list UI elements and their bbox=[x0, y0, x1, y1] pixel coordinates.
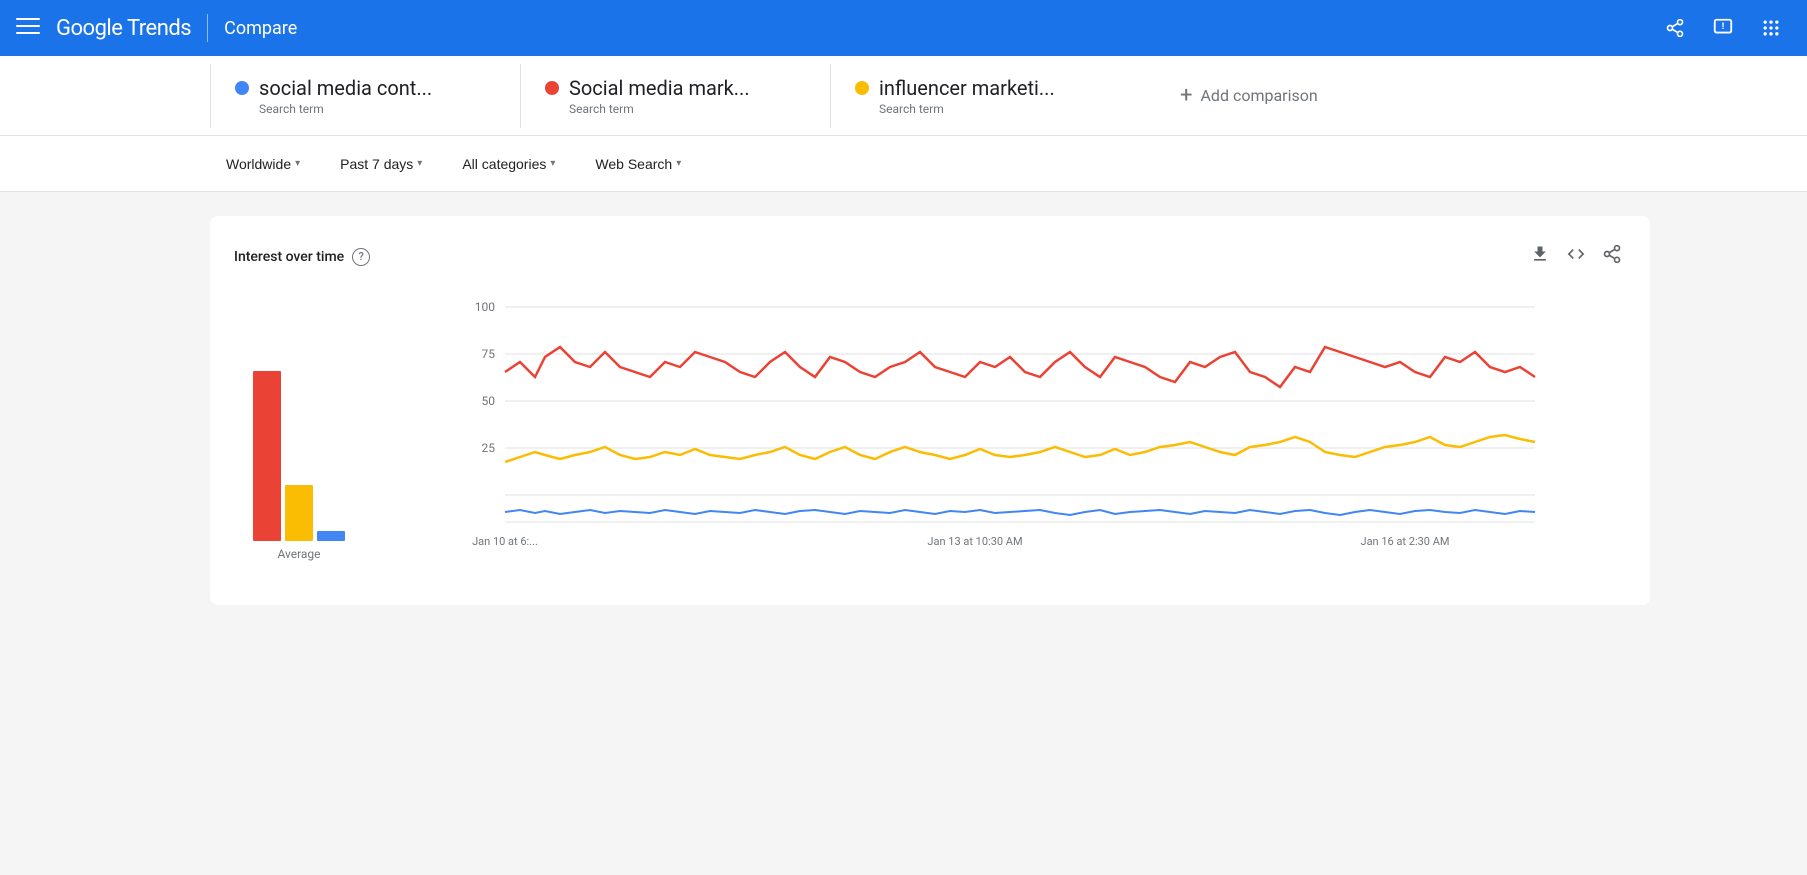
menu-icon[interactable] bbox=[16, 14, 40, 43]
location-filter[interactable]: Worldwide ▾ bbox=[210, 148, 316, 180]
svg-text:Jan 16 at 2:30 AM: Jan 16 at 2:30 AM bbox=[1361, 535, 1450, 548]
interest-over-time-card: Interest over time ? bbox=[210, 216, 1650, 605]
apps-button[interactable] bbox=[1751, 8, 1791, 48]
term1-name: social media cont... bbox=[235, 76, 496, 100]
search-term-1[interactable]: social media cont... Search term bbox=[210, 64, 520, 128]
header-actions: ! bbox=[1655, 8, 1791, 48]
svg-text:Jan 10 at 6:...: Jan 10 at 6:... bbox=[472, 535, 538, 548]
chevron-down-icon: ▾ bbox=[417, 158, 422, 169]
term1-type: Search term bbox=[259, 102, 496, 116]
term3-name: influencer marketi... bbox=[855, 76, 1116, 100]
svg-text:50: 50 bbox=[482, 394, 496, 408]
average-label: Average bbox=[277, 547, 320, 561]
share-chart-icon[interactable] bbox=[1598, 240, 1626, 273]
category-filter[interactable]: All categories ▾ bbox=[446, 148, 571, 180]
app-logo[interactable]: Google Trends bbox=[56, 16, 191, 41]
svg-text:Jan 13 at 10:30 AM: Jan 13 at 10:30 AM bbox=[927, 535, 1022, 548]
term3-type: Search term bbox=[879, 102, 1116, 116]
search-type-filter[interactable]: Web Search ▾ bbox=[579, 148, 697, 180]
chevron-down-icon: ▾ bbox=[676, 158, 681, 169]
main-content: Interest over time ? bbox=[0, 192, 1807, 629]
chart-area: Average 100 75 50 25 bbox=[234, 297, 1626, 581]
app-header: Google Trends Compare ! bbox=[0, 0, 1807, 56]
line-chart: 100 75 50 25 Jan 10 at 6:... Jan 13 at 1… bbox=[364, 297, 1626, 581]
term3-dot bbox=[855, 81, 869, 95]
avg-bar-red bbox=[253, 371, 281, 541]
share-button[interactable] bbox=[1655, 8, 1695, 48]
term2-type: Search term bbox=[569, 102, 806, 116]
chart-title: Interest over time ? bbox=[234, 248, 370, 266]
avg-bar-blue bbox=[317, 531, 345, 541]
chart-header: Interest over time ? bbox=[234, 240, 1626, 273]
help-icon[interactable]: ? bbox=[352, 248, 370, 266]
search-bar: social media cont... Search term Social … bbox=[0, 56, 1807, 136]
average-bars bbox=[253, 341, 345, 541]
page-title: Compare bbox=[224, 18, 297, 39]
term2-dot bbox=[545, 81, 559, 95]
period-filter[interactable]: Past 7 days ▾ bbox=[324, 148, 438, 180]
header-divider bbox=[207, 14, 208, 42]
feedback-button[interactable]: ! bbox=[1703, 8, 1743, 48]
embed-code-icon[interactable] bbox=[1562, 240, 1590, 273]
avg-bar-yellow bbox=[285, 485, 313, 541]
chevron-down-icon: ▾ bbox=[295, 158, 300, 169]
download-icon[interactable] bbox=[1526, 240, 1554, 273]
svg-text:25: 25 bbox=[482, 441, 496, 455]
chart-svg: 100 75 50 25 Jan 10 at 6:... Jan 13 at 1… bbox=[364, 297, 1626, 577]
term2-name: Social media mark... bbox=[545, 76, 806, 100]
add-comparison-button[interactable]: + Add comparison bbox=[1140, 71, 1390, 120]
svg-text:!: ! bbox=[1722, 22, 1724, 32]
term1-dot bbox=[235, 81, 249, 95]
search-term-2[interactable]: Social media mark... Search term bbox=[520, 64, 830, 128]
plus-icon: + bbox=[1180, 83, 1192, 108]
svg-text:75: 75 bbox=[482, 347, 496, 361]
chevron-down-icon: ▾ bbox=[550, 158, 555, 169]
search-term-3[interactable]: influencer marketi... Search term bbox=[830, 64, 1140, 128]
filters-bar: Worldwide ▾ Past 7 days ▾ All categories… bbox=[0, 136, 1807, 192]
svg-text:100: 100 bbox=[475, 300, 495, 314]
average-bars-section: Average bbox=[234, 341, 364, 581]
chart-actions bbox=[1526, 240, 1626, 273]
